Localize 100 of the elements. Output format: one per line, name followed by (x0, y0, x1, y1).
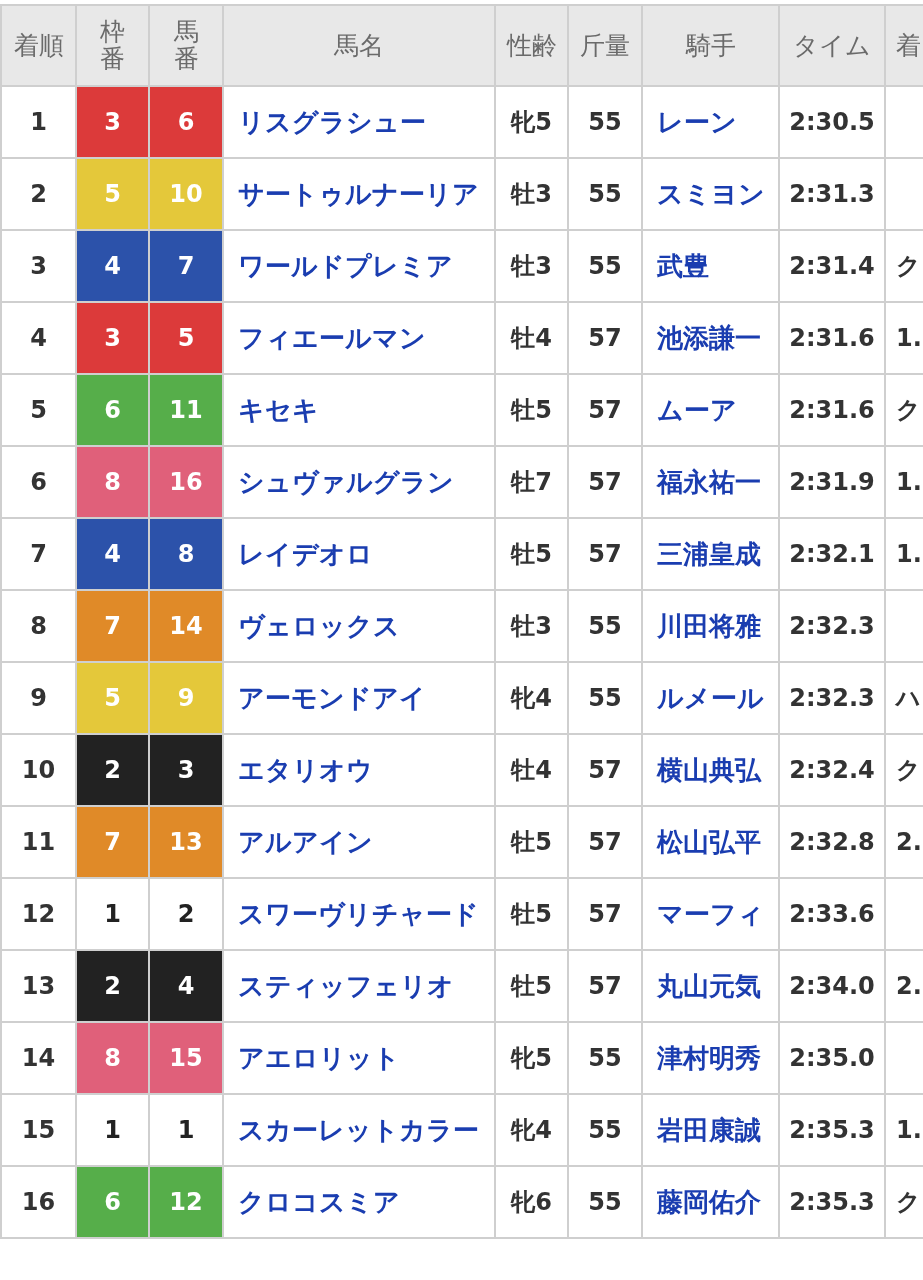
number-cell: 8 (149, 518, 223, 590)
number-cell: 16 (149, 446, 223, 518)
number-cell: 5 (149, 302, 223, 374)
rank-cell: 6 (30, 468, 47, 496)
frame-cell: 8 (76, 446, 149, 518)
time-cell: 2:31.9 (789, 468, 875, 496)
time-cell: 2:35.0 (789, 1044, 875, 1072)
sex-age-cell: 牡3 (511, 612, 552, 640)
weight-cell: 55 (588, 612, 622, 640)
rank-cell: 11 (21, 828, 56, 856)
time-cell: 2:32.3 (789, 684, 875, 712)
column-header: 斤量 (580, 31, 630, 60)
number-cell: 12 (149, 1166, 223, 1238)
rank-cell: 1 (30, 108, 47, 136)
weight-cell: 55 (588, 1044, 622, 1072)
number-cell: 11 (149, 374, 223, 446)
rank-cell: 12 (21, 900, 56, 928)
weight-cell: 55 (588, 1116, 622, 1144)
frame-cell: 6 (76, 1166, 149, 1238)
frame-cell: 2 (76, 950, 149, 1022)
weight-cell: 57 (588, 540, 622, 568)
rank-cell: 14 (21, 1044, 56, 1072)
rank-cell: 2 (30, 180, 47, 208)
margin-cell: ク (896, 1188, 921, 1216)
margin-cell: 1. (896, 468, 922, 496)
sex-age-cell: 牝4 (511, 684, 552, 712)
weight-cell: 57 (588, 828, 622, 856)
time-cell: 2:32.1 (789, 540, 875, 568)
sex-age-cell: 牡5 (511, 396, 552, 424)
time-cell: 2:33.6 (789, 900, 875, 928)
rank-cell: 3 (30, 252, 47, 280)
sex-age-cell: 牡4 (511, 324, 552, 352)
frame-cell: 8 (76, 1022, 149, 1094)
column-header: 枠番 (100, 17, 125, 73)
number-cell: 6 (149, 86, 223, 158)
sex-age-cell: 牡7 (511, 468, 552, 496)
frame-cell: 5 (76, 662, 149, 734)
margin-cell: 2. (896, 972, 922, 1000)
sex-age-cell: 牡5 (511, 900, 552, 928)
rank-cell: 8 (30, 612, 47, 640)
weight-cell: 57 (588, 756, 622, 784)
sex-age-cell: 牝5 (511, 108, 552, 136)
sex-age-cell: 牝6 (511, 1188, 552, 1216)
time-cell: 2:32.3 (789, 612, 875, 640)
time-cell: 2:30.5 (789, 108, 875, 136)
frame-cell: 5 (76, 158, 149, 230)
weight-cell: 57 (588, 972, 622, 1000)
number-cell: 10 (149, 158, 223, 230)
margin-cell: 2. (896, 828, 922, 856)
weight-cell: 57 (588, 900, 622, 928)
column-header: 馬名 (334, 31, 384, 60)
frame-cell: 3 (76, 302, 149, 374)
rank-cell: 4 (30, 324, 47, 352)
time-cell: 2:34.0 (789, 972, 875, 1000)
rank-cell: 10 (21, 756, 56, 784)
sex-age-cell: 牡4 (511, 756, 552, 784)
sex-age-cell: 牝5 (511, 1044, 552, 1072)
margin-cell: ハ (896, 684, 921, 712)
margin-cell: ク (896, 756, 921, 784)
rank-cell: 7 (30, 540, 47, 568)
number-cell: 15 (149, 1022, 223, 1094)
frame-cell: 7 (76, 590, 149, 662)
number-cell: 3 (149, 734, 223, 806)
frame-cell: 4 (76, 518, 149, 590)
time-cell: 2:31.3 (789, 180, 875, 208)
weight-cell: 55 (588, 684, 622, 712)
number-cell: 14 (149, 590, 223, 662)
sex-age-cell: 牡3 (511, 180, 552, 208)
weight-cell: 55 (588, 1188, 622, 1216)
column-header: 性齢 (506, 31, 557, 60)
rank-cell: 13 (21, 972, 56, 1000)
weight-cell: 57 (588, 396, 622, 424)
column-header: タイム (793, 31, 871, 60)
column-header: 着 (896, 31, 921, 60)
number-cell: 7 (149, 230, 223, 302)
time-cell: 2:32.4 (789, 756, 875, 784)
sex-age-cell: 牡5 (511, 540, 552, 568)
time-cell: 2:35.3 (789, 1116, 875, 1144)
sex-age-cell: 牡5 (511, 972, 552, 1000)
time-cell: 2:32.8 (789, 828, 875, 856)
frame-cell: 4 (76, 230, 149, 302)
margin-cell: 1. (896, 324, 922, 352)
horse-link[interactable]: キセキ (238, 394, 319, 425)
time-cell: 2:31.6 (789, 396, 875, 424)
margin-cell: 1. (896, 1116, 922, 1144)
weight-cell: 55 (588, 252, 622, 280)
rank-cell: 15 (21, 1116, 56, 1144)
sex-age-cell: 牡3 (511, 252, 552, 280)
frame-cell: 1 (76, 1094, 149, 1166)
weight-cell: 55 (588, 180, 622, 208)
jockey-link[interactable]: 武豊 (657, 250, 709, 281)
time-cell: 2:31.4 (789, 252, 875, 280)
number-cell: 13 (149, 806, 223, 878)
column-header: 馬番 (173, 17, 199, 73)
column-header: 着順 (13, 31, 64, 60)
sex-age-cell: 牡5 (511, 828, 552, 856)
weight-cell: 57 (588, 324, 622, 352)
frame-cell: 3 (76, 86, 149, 158)
time-cell: 2:31.6 (789, 324, 875, 352)
number-cell: 1 (149, 1094, 223, 1166)
